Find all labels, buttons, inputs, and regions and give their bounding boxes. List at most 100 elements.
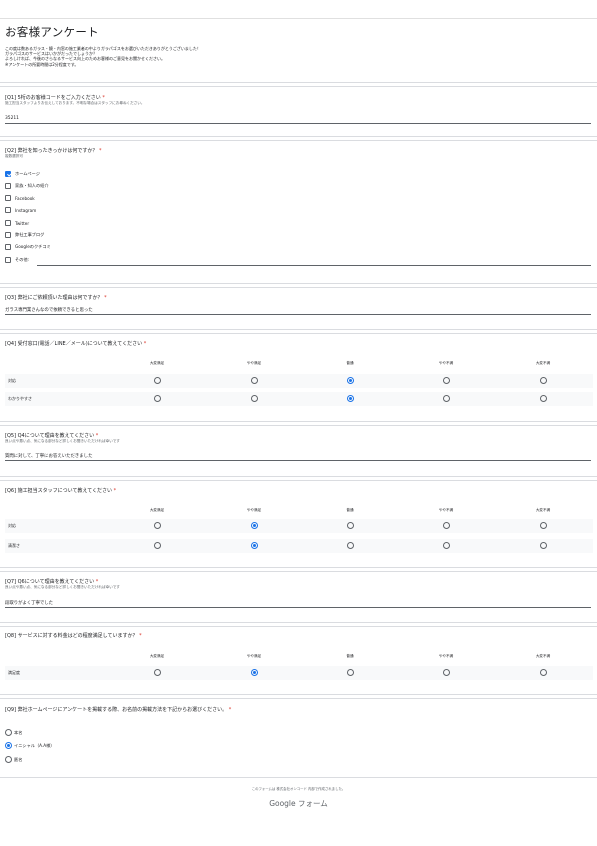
question-q1: [Q1] 5桁のお客様コードをご入力ください * 施工担当スタッフよりお伝えして… (5, 95, 593, 129)
checkbox-label: Twitter (15, 220, 30, 226)
radio-button[interactable] (154, 377, 161, 384)
form-header: お客様アンケート この度は数あるガラス・鏡・内窓の施工業者の中よりガラパゴスをお… (5, 24, 595, 67)
radio-button[interactable] (251, 377, 258, 384)
radio-button-selected[interactable] (251, 542, 258, 549)
checkbox-checked-icon[interactable] (5, 171, 11, 177)
required-mark: * (104, 295, 107, 301)
radio-button[interactable] (5, 729, 12, 736)
radio-button[interactable] (347, 669, 354, 676)
checkbox-label: Instagram (15, 207, 37, 213)
checkbox-icon[interactable] (5, 195, 11, 201)
scale-label: 大変不満 (535, 508, 551, 512)
grid-row (5, 539, 593, 553)
checkbox-option-facebook[interactable]: Facebook (5, 194, 35, 202)
section-divider (0, 622, 597, 623)
checkbox-option-blog[interactable]: 弊社工事ブログ (5, 231, 44, 239)
checkbox-icon[interactable] (5, 257, 11, 263)
scale-label: やや満足 (246, 654, 262, 658)
question-title: [Q9] 弊社ホームページにアンケートを掲載する際、お名前の掲載方法を下記からお… (5, 707, 232, 713)
checkbox-label: 家族・知人の紹介 (15, 183, 49, 188)
radio-button-selected[interactable] (251, 669, 258, 676)
input-underline (5, 460, 591, 461)
radio-button[interactable] (443, 669, 450, 676)
q1-answer-input[interactable]: 35211 (5, 116, 19, 121)
radio-button[interactable] (540, 542, 547, 549)
section-divider (0, 333, 597, 334)
form-footer-note: このフォームは 株式会社オンコード 内部で作成されました。 (251, 787, 346, 791)
question-help: 施工担当スタッフよりお伝えしております。不明な場合はスタッフにお尋ねください。 (5, 101, 145, 105)
checkbox-option-google-reviews[interactable]: Googleのクチコミ (5, 243, 51, 251)
scale-label: 大変満足 (149, 508, 165, 512)
question-q4: [Q4] 受付窓口(電話／LINE／メール)について教えてください * 大変満足… (5, 341, 593, 411)
radio-button[interactable] (347, 522, 354, 529)
question-help: 良い点や悪い点、気になる部分など詳しくお聞きいただければ幸いです (5, 585, 120, 589)
grid-row (5, 519, 593, 533)
question-title: [Q8] サービスに対する料金はどの程度満足していますか？ * (5, 633, 142, 639)
grid-row (5, 392, 593, 406)
section-divider (0, 694, 597, 695)
scale-label: 大変満足 (149, 654, 165, 658)
scale-label: やや満足 (246, 361, 262, 365)
radio-button[interactable] (443, 377, 450, 384)
checkbox-icon[interactable] (5, 207, 11, 213)
radio-button[interactable] (154, 669, 161, 676)
checkbox-label: 弊社工事ブログ (15, 232, 45, 237)
radio-button[interactable] (154, 395, 161, 402)
radio-button[interactable] (540, 395, 547, 402)
other-text-input[interactable] (37, 265, 591, 266)
google-forms-logo[interactable]: Google フォーム (0, 798, 597, 809)
checkbox-icon[interactable] (5, 244, 11, 250)
radio-button[interactable] (540, 522, 547, 529)
radio-option-label: イニシャル（A.A様） (14, 743, 55, 748)
q3-answer-input[interactable]: ガラス専門業さんなので依頼できると思った (5, 307, 93, 313)
checkbox-option-referral[interactable]: 家族・知人の紹介 (5, 182, 49, 190)
radio-button[interactable] (443, 395, 450, 402)
checkbox-label: Googleのクチコミ (15, 244, 51, 249)
scale-label: やや不満 (438, 361, 454, 365)
checkbox-option-twitter[interactable]: Twitter (5, 219, 29, 227)
radio-button-selected[interactable] (5, 742, 12, 749)
scale-label: やや満足 (246, 508, 262, 512)
radio-button[interactable] (5, 756, 12, 763)
question-q9: [Q9] 弊社ホームページにアンケートを掲載する際、お名前の掲載方法を下記からお… (5, 707, 593, 769)
section-divider (0, 82, 597, 83)
grid-row (5, 666, 593, 680)
radio-button-selected[interactable] (347, 395, 354, 402)
grid-row-label: 対応 (8, 378, 16, 383)
checkbox-label: ホームページ (15, 171, 40, 176)
required-mark: * (113, 488, 117, 494)
radio-button[interactable] (251, 395, 258, 402)
radio-button[interactable] (443, 542, 450, 549)
radio-button[interactable] (347, 542, 354, 549)
checkbox-label: その他: (15, 257, 29, 262)
question-help: 複数選択可 (5, 154, 23, 158)
required-mark: * (143, 341, 147, 347)
section-divider (0, 698, 597, 699)
radio-button[interactable] (443, 522, 450, 529)
section-divider (0, 480, 597, 481)
checkbox-icon[interactable] (5, 220, 11, 226)
radio-button[interactable] (540, 377, 547, 384)
checkbox-icon[interactable] (5, 183, 11, 189)
question-help: 良い点や悪い点、気になる部分など詳しくお聞きいただければ幸いです (5, 439, 120, 443)
radio-button[interactable] (154, 542, 161, 549)
q7-answer-input[interactable]: 段取りがよく丁寧でした (5, 600, 53, 606)
grid-row-label: 満足度 (8, 670, 20, 675)
checkbox-option-homepage[interactable]: ホームページ (5, 170, 40, 178)
scale-label: 普通 (346, 361, 354, 365)
checkbox-option-instagram[interactable]: Instagram (5, 206, 36, 214)
checkbox-option-other[interactable]: その他: (5, 256, 29, 264)
question-title: [Q3] 弊社にご依頼頂いた理由は何ですか？ * (5, 295, 107, 301)
radio-button-selected[interactable] (347, 377, 354, 384)
radio-button[interactable] (154, 522, 161, 529)
section-divider (0, 777, 597, 778)
radio-button[interactable] (540, 669, 547, 676)
checkbox-icon[interactable] (5, 232, 11, 238)
section-divider (0, 140, 597, 141)
question-q8: [Q8] サービスに対する料金はどの程度満足していますか？ * 大変満足 やや満… (5, 633, 593, 685)
section-divider (0, 425, 597, 426)
question-title: [Q4] 受付窓口(電話／LINE／メール)について教えてください * (5, 341, 147, 347)
q5-answer-input[interactable]: 質問に対して、丁寧にお答えいただきました (5, 453, 92, 459)
radio-button-selected[interactable] (251, 522, 258, 529)
scale-label: やや不満 (438, 508, 454, 512)
